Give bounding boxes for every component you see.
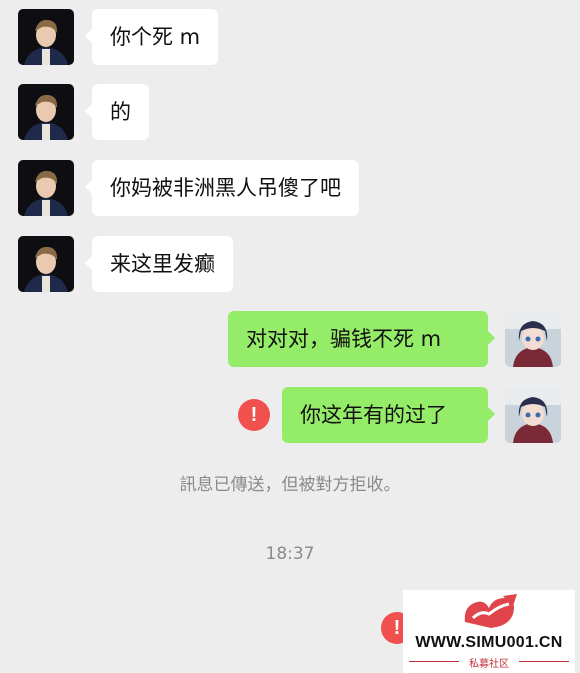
message-bubble-incoming[interactable]: 来这里发癫 [85,236,233,292]
message-bubble-incoming[interactable]: 的 [85,84,149,140]
watermark: WWW.SIMU001.CN 私募社区 [403,590,575,673]
send-failed-icon[interactable]: ! [238,399,270,431]
self-avatar[interactable] [505,387,561,443]
message-bubble-incoming[interactable]: 你个死 m [84,9,219,65]
system-notice: 訊息已傳送，但被對方拒收。 [179,475,401,495]
self-avatar[interactable] [505,311,561,367]
watermark-site: WWW.SIMU001.CN [415,634,563,651]
contact-avatar[interactable] [18,236,74,292]
message-bubble-outgoing[interactable]: 你这年有的过了 [282,387,495,443]
message-bubble-incoming[interactable]: 你妈被非洲黑人吊傻了吧 [85,160,359,216]
contact-avatar[interactable] [18,160,74,216]
watermark-subtitle: 私募社区 [469,659,509,670]
red-ribbon-logo-icon [464,594,517,628]
message-bubble-outgoing[interactable]: 对对对，骗钱不死 m [228,311,495,367]
contact-avatar[interactable] [18,9,74,65]
contact-avatar[interactable] [18,84,74,140]
message-timestamp: 18:37 [265,544,315,564]
